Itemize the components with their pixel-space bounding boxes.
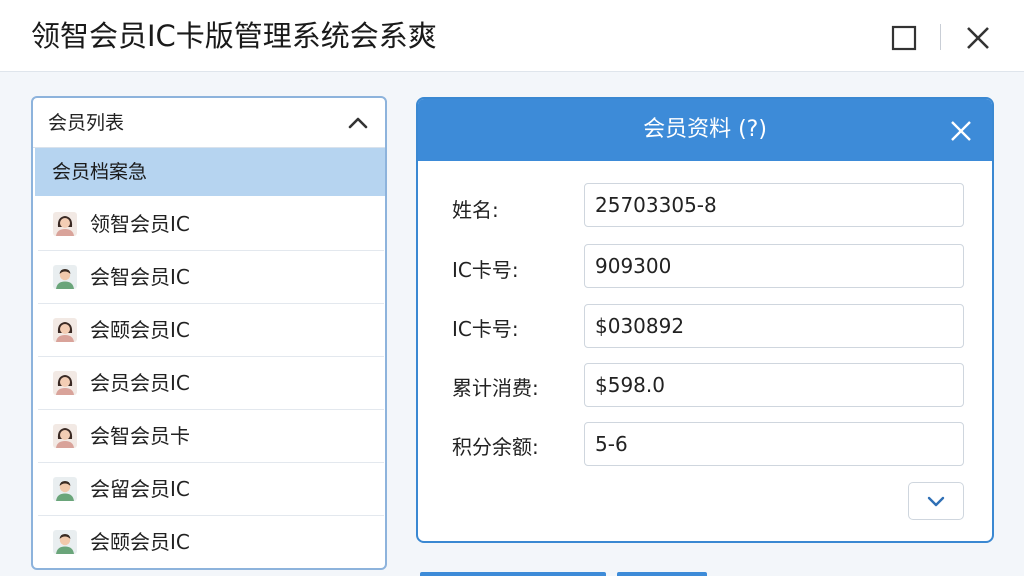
member-info-dialog: 会员资料 (?) 姓名: IC卡号: IC卡号: 累计消费: 积分余额:: [416, 97, 994, 543]
member-name: 领智会员IC: [90, 212, 190, 236]
points-balance-field[interactable]: [584, 422, 964, 466]
member-list-header[interactable]: 会员列表: [33, 98, 385, 148]
dialog-close-button[interactable]: [944, 114, 978, 148]
close-button[interactable]: [958, 18, 998, 58]
member-list-item[interactable]: 会员会员IC: [38, 357, 384, 410]
expand-button[interactable]: [908, 482, 964, 520]
member-name: 会员会员IC: [90, 371, 190, 395]
title-separator: [940, 24, 941, 50]
dialog-title: 会员资料 (?): [643, 117, 767, 142]
female-avatar-icon: [53, 212, 77, 236]
member-name: 会留会员IC: [90, 477, 190, 501]
ic-card-field-2[interactable]: [584, 304, 964, 348]
maximize-icon: [891, 25, 917, 51]
name-field[interactable]: [584, 183, 964, 227]
member-archive-section[interactable]: 会员档案急: [35, 148, 385, 196]
points-balance-label: 积分余额:: [452, 435, 539, 459]
maximize-button[interactable]: [884, 18, 924, 58]
ic-card-label: IC卡号:: [452, 258, 519, 282]
female-avatar-icon: [53, 371, 77, 395]
member-list: 领智会员IC 会智会员IC 会颐会员IC 会员会员IC 会智会员卡会留会员IC 会颐会员I…: [38, 198, 384, 568]
title-bar: 领智会员IC卡版管理系统会系爽: [0, 0, 1024, 72]
member-archive-label: 会员档案急: [52, 161, 148, 183]
app-window: 领智会员IC卡版管理系统会系爽 会员列表 会员档案急 领智会员IC 会智会员IC…: [0, 0, 1024, 576]
member-list-item[interactable]: 会留会员IC: [38, 463, 384, 516]
member-list-item[interactable]: 会颐会员IC: [38, 516, 384, 568]
member-name: 会智会员卡: [90, 424, 190, 448]
male-avatar-icon: [53, 530, 77, 554]
member-list-title: 会员列表: [48, 112, 125, 134]
chevron-up-icon: [348, 117, 368, 129]
close-icon: [951, 121, 971, 141]
ic-card-label-2: IC卡号:: [452, 317, 519, 341]
ic-card-field[interactable]: [584, 244, 964, 288]
member-name: 会颐会员IC: [90, 530, 190, 554]
chevron-down-icon: [927, 496, 945, 507]
total-spend-label: 累计消费:: [452, 376, 539, 400]
member-list-item[interactable]: 会智会员卡: [38, 410, 384, 463]
male-avatar-icon: [53, 265, 77, 289]
member-list-item[interactable]: 会颐会员IC: [38, 304, 384, 357]
app-title: 领智会员IC卡版管理系统会系爽: [31, 19, 437, 53]
name-label: 姓名:: [452, 198, 499, 222]
bottom-button-edge-2[interactable]: [617, 572, 707, 576]
total-spend-field[interactable]: [584, 363, 964, 407]
close-icon: [967, 27, 989, 49]
bottom-button-edge[interactable]: [420, 572, 606, 576]
male-avatar-icon: [53, 477, 77, 501]
member-list-item[interactable]: 会智会员IC: [38, 251, 384, 304]
female-avatar-icon: [53, 318, 77, 342]
member-name: 会智会员IC: [90, 265, 190, 289]
member-list-panel: 会员列表 会员档案急 领智会员IC 会智会员IC 会颐会员IC 会员会员IC 会智会员卡…: [31, 96, 387, 570]
female-avatar-icon: [53, 424, 77, 448]
member-list-item[interactable]: 领智会员IC: [38, 198, 384, 251]
member-name: 会颐会员IC: [90, 318, 190, 342]
dialog-header: 会员资料 (?): [418, 99, 992, 161]
collapse-button[interactable]: [343, 108, 373, 138]
